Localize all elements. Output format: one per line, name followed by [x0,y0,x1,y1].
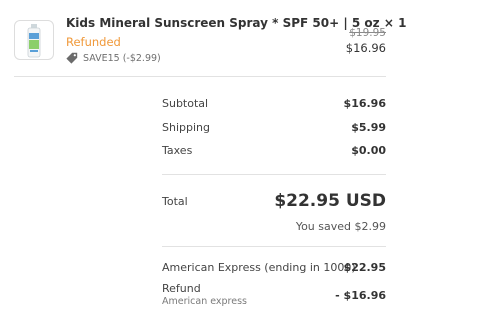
discount-code-label: SAVE15 (-$2.99) [83,52,161,64]
payment-method-value: $22.95 [343,261,386,274]
savings-text: You saved $2.99 [295,220,386,233]
refund-status: Refunded [66,35,121,49]
divider [162,174,386,175]
total-label: Total [162,195,188,208]
total-value: $22.95 USD [274,191,386,211]
product-thumbnail [14,20,54,60]
discount-code: SAVE15 (-$2.99) [66,52,161,64]
tag-icon [66,52,78,64]
item-price: $16.96 [345,41,386,55]
shipping-value: $5.99 [351,121,386,134]
taxes-label: Taxes [162,144,193,157]
refund-method-sublabel: American express [162,296,247,307]
taxes-value: $0.00 [351,144,386,157]
refund-label: Refund [162,282,201,295]
original-price: $19.95 [349,27,386,39]
divider [162,246,386,247]
refund-value: - $16.96 [335,289,386,302]
shipping-label: Shipping [162,121,210,134]
sunscreen-spray-bottle-icon [27,24,41,58]
subtotal-value: $16.96 [343,97,386,110]
payment-method-label: American Express (ending in 1000) [162,261,356,274]
subtotal-label: Subtotal [162,97,209,110]
divider [14,76,386,77]
